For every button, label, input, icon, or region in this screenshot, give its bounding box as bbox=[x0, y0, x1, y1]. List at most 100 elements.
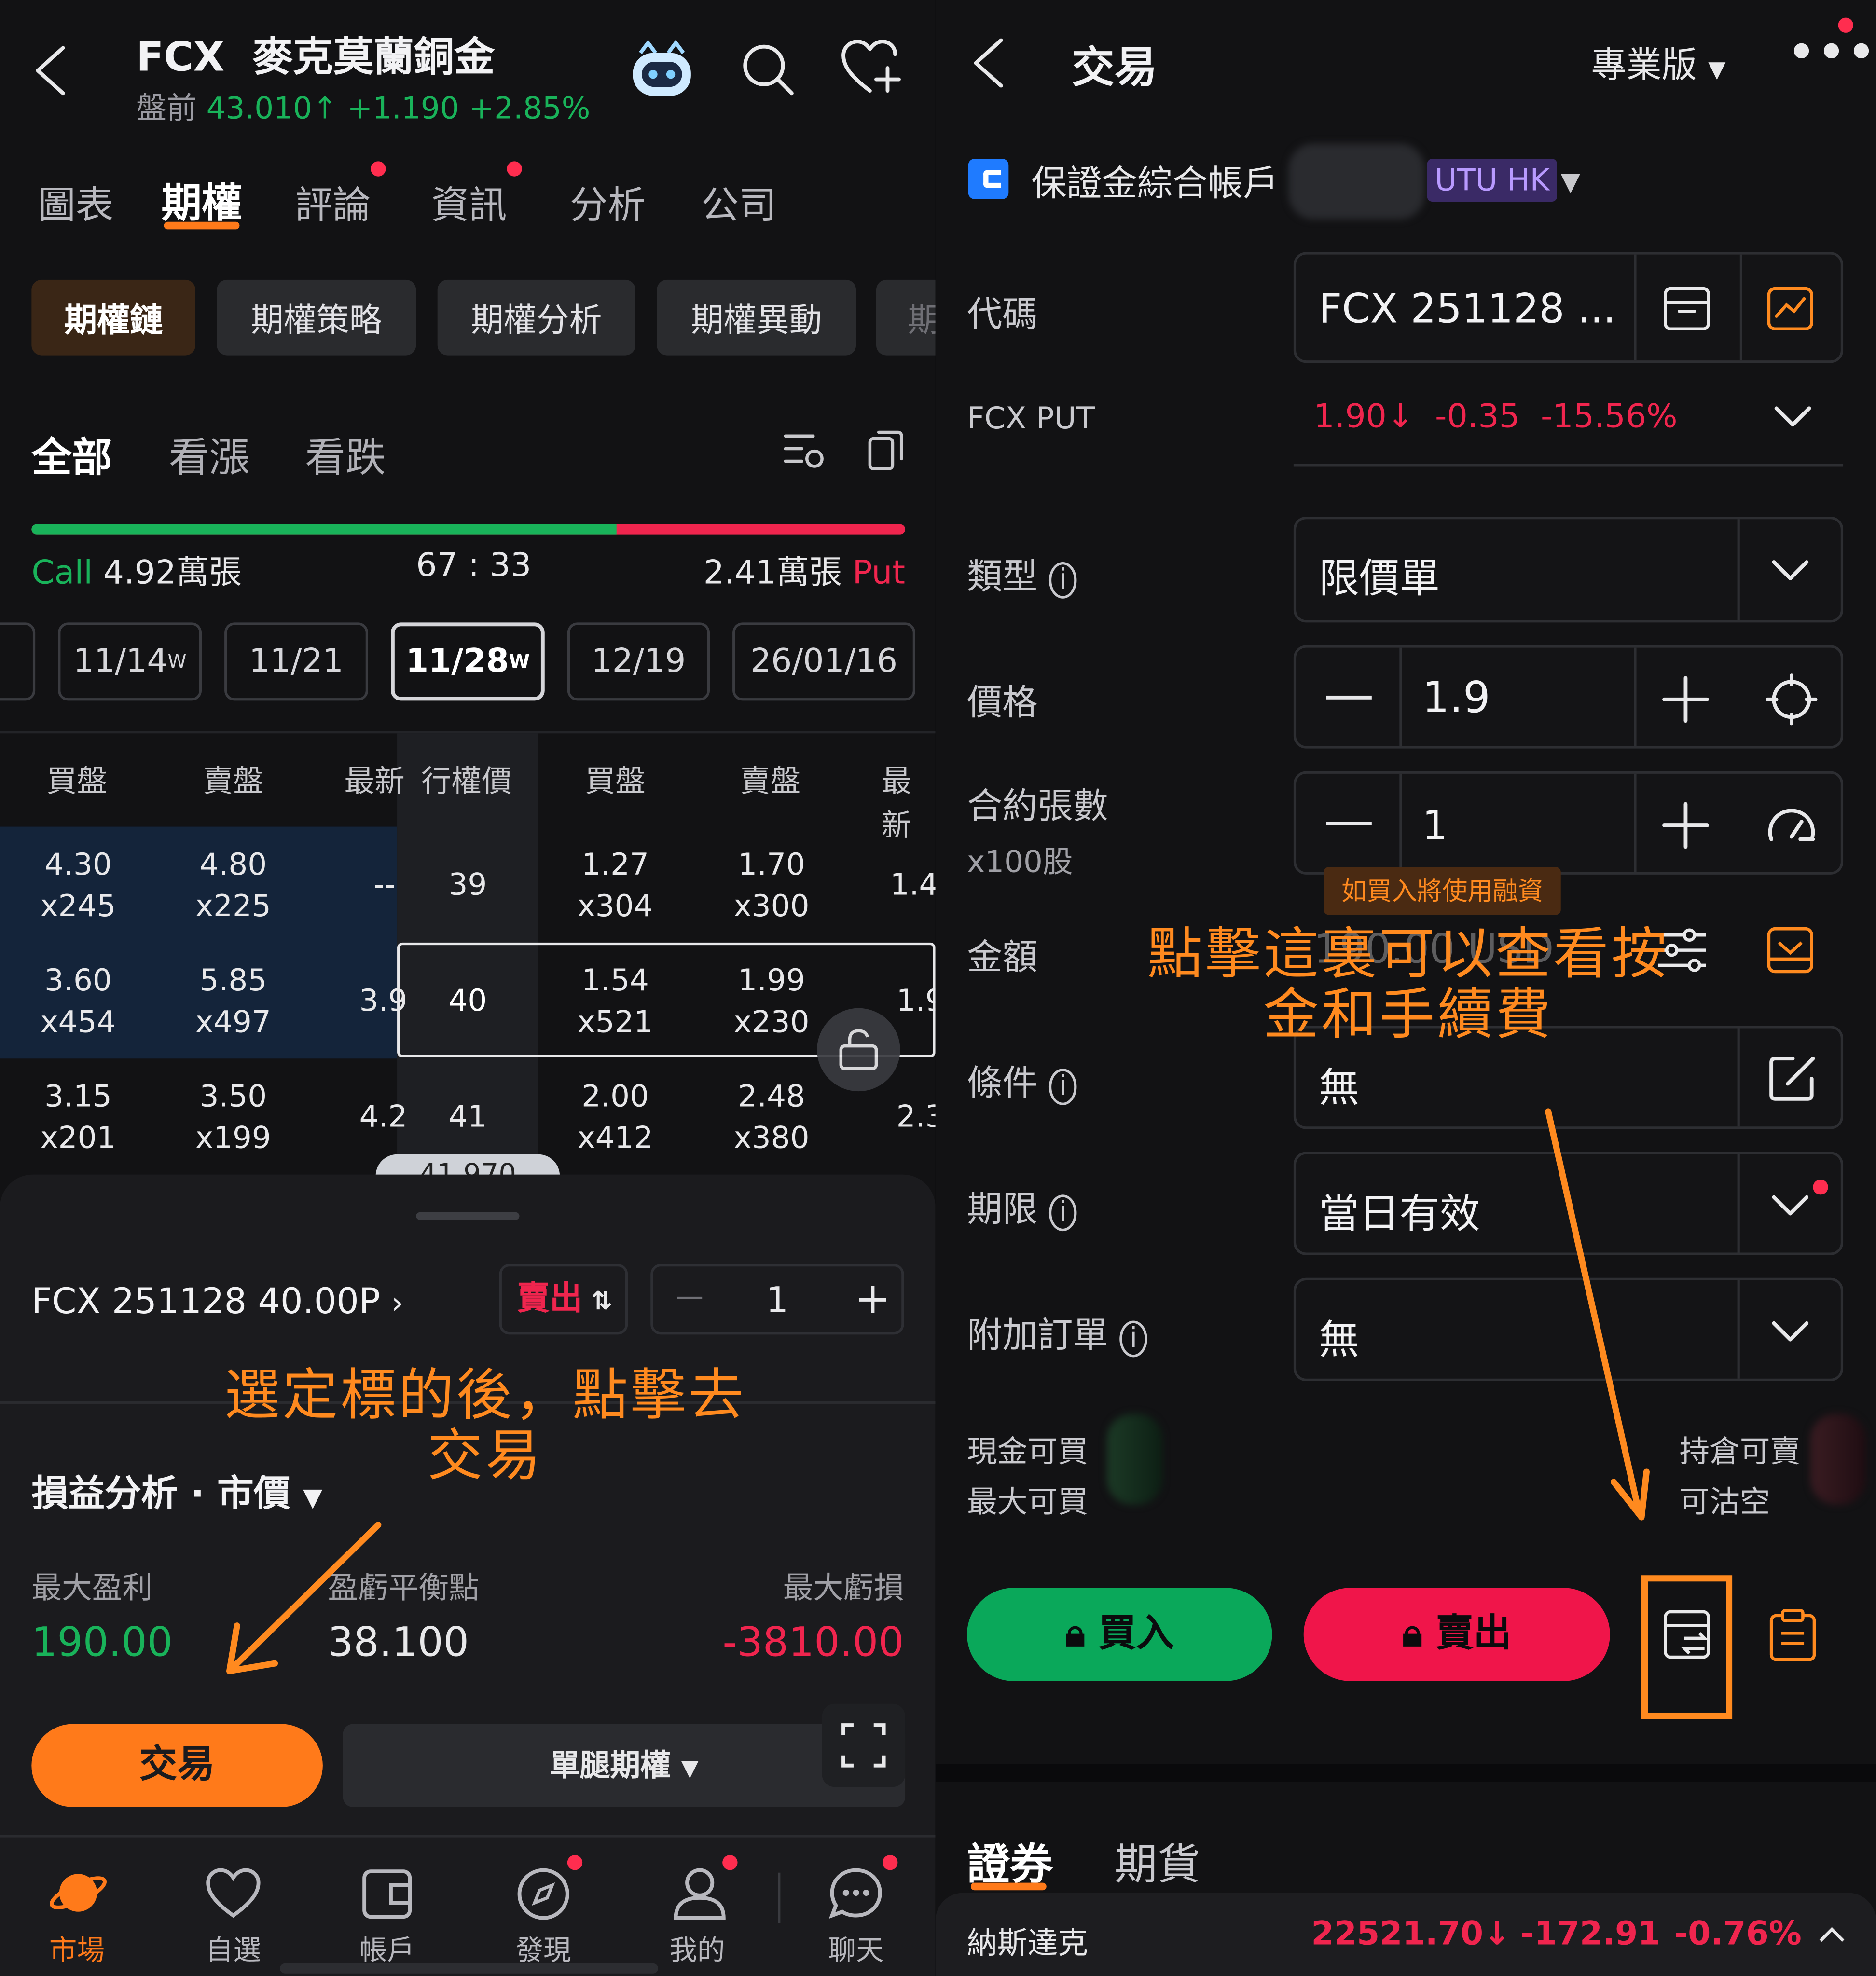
put-ask[interactable]: 1.70 x300 bbox=[708, 844, 834, 927]
tabbar-account[interactable]: 帳戶 bbox=[331, 1928, 444, 1969]
tab-futures[interactable]: 期貨 bbox=[1115, 1830, 1200, 1892]
price-decrease-button[interactable] bbox=[1326, 695, 1372, 700]
side-toggle[interactable]: 賣出 ⇅ bbox=[499, 1264, 628, 1335]
chip-option-chain[interactable]: 期權鏈 bbox=[31, 279, 195, 356]
mode-selector[interactable]: 專業版 ▼ bbox=[1591, 38, 1725, 88]
quantity-stepper[interactable]: — 1 + bbox=[650, 1264, 904, 1335]
contracts-label: 合約張數 bbox=[967, 785, 1108, 827]
buy-button[interactable]: 🔒︎ 買入 bbox=[967, 1588, 1272, 1681]
copy-icon[interactable] bbox=[865, 426, 908, 474]
code-value[interactable]: FCX 251128 ... bbox=[1319, 285, 1616, 332]
contracts-value[interactable]: 1 bbox=[1422, 801, 1448, 849]
call-ask[interactable]: 5.85 x497 bbox=[170, 960, 296, 1043]
clipboard-icon[interactable] bbox=[1767, 1608, 1818, 1663]
strike-price-selected[interactable]: 40 bbox=[416, 980, 519, 1022]
unlock-icon bbox=[839, 1029, 878, 1070]
account-name[interactable]: 保證金綜合帳戶 bbox=[1031, 156, 1278, 206]
condition-value[interactable]: 無 bbox=[1319, 1056, 1359, 1114]
chart-trend-icon[interactable] bbox=[1765, 285, 1816, 332]
date-chip-1121[interactable]: 11/21 bbox=[224, 622, 368, 701]
tabbar-discover[interactable]: 發現 bbox=[487, 1928, 600, 1969]
chevron-up-icon[interactable] bbox=[1818, 1925, 1846, 1943]
more-icon[interactable]: ••• bbox=[1788, 27, 1876, 78]
fullscreen-button[interactable] bbox=[822, 1703, 906, 1787]
order-type-value[interactable]: 限價單 bbox=[1319, 547, 1440, 605]
price-value[interactable]: 1.9 bbox=[1422, 673, 1490, 723]
robot-assistant-icon[interactable] bbox=[628, 38, 696, 101]
account-number-masked bbox=[1288, 143, 1425, 220]
favorite-add-icon[interactable] bbox=[840, 38, 908, 98]
time-in-force-value[interactable]: 當日有效 bbox=[1319, 1182, 1480, 1240]
date-chip-260116[interactable]: 26/01/16 bbox=[732, 622, 915, 701]
date-chip-1114[interactable]: 11/14 W bbox=[58, 622, 202, 701]
date-chip-previous[interactable] bbox=[0, 622, 36, 701]
edit-icon[interactable] bbox=[1767, 1054, 1818, 1104]
put-bid[interactable]: 1.54 x521 bbox=[552, 960, 678, 1043]
date-chip-1219[interactable]: 12/19 bbox=[567, 622, 710, 701]
call-ask[interactable]: 3.50 x199 bbox=[170, 1076, 296, 1159]
tabbar-chat[interactable]: 聊天 bbox=[800, 1928, 913, 1969]
account-dropdown-icon[interactable]: ▼ bbox=[1561, 166, 1580, 197]
contracts-increase-button[interactable] bbox=[1662, 801, 1710, 849]
chevron-down-icon[interactable] bbox=[1770, 1318, 1811, 1345]
chevron-down-icon[interactable] bbox=[1770, 557, 1811, 585]
tab-chart[interactable]: 圖表 bbox=[38, 174, 113, 229]
put-bid[interactable]: 1.27 x304 bbox=[552, 844, 678, 927]
call-bid[interactable]: 3.15 x201 bbox=[15, 1076, 141, 1159]
contracts-stepper[interactable]: 1 bbox=[1293, 771, 1844, 875]
filter-all[interactable]: 全部 bbox=[31, 426, 112, 484]
call-bid[interactable]: 3.60 x454 bbox=[15, 960, 141, 1043]
trade-button[interactable]: 交易 bbox=[31, 1724, 323, 1807]
attached-order-value[interactable]: 無 bbox=[1319, 1308, 1359, 1366]
put-volume: 2.41萬張 Put bbox=[605, 547, 905, 594]
single-leg-selector[interactable]: 單腿期權 ▼ bbox=[343, 1724, 906, 1807]
tab-options[interactable]: 期權 bbox=[161, 171, 242, 229]
fee-detail-icon[interactable] bbox=[1765, 925, 1816, 975]
price-stepper[interactable]: 1.9 bbox=[1293, 645, 1844, 749]
put-ask[interactable]: 1.99 x230 bbox=[708, 960, 834, 1043]
sell-button[interactable]: 🔒︎ 賣出 bbox=[1303, 1588, 1610, 1681]
sheet-drag-handle[interactable] bbox=[416, 1212, 520, 1220]
filter-settings-icon[interactable] bbox=[782, 428, 827, 474]
filter-puts[interactable]: 看跌 bbox=[305, 426, 386, 484]
contracts-decrease-button[interactable] bbox=[1326, 822, 1372, 825]
strike-price[interactable]: 39 bbox=[416, 864, 519, 906]
increase-button[interactable]: + bbox=[855, 1274, 891, 1324]
chip-option-analysis[interactable]: 期權分析 bbox=[437, 279, 635, 356]
index-ticker-bar[interactable]: 納斯達克 22521.70↓ -172.91 -0.76% bbox=[935, 1893, 1876, 1976]
chevron-down-icon[interactable] bbox=[1770, 1192, 1811, 1220]
price-increase-button[interactable] bbox=[1662, 675, 1710, 723]
speedometer-icon[interactable] bbox=[1765, 799, 1818, 847]
strike-price[interactable]: 41 bbox=[416, 1097, 519, 1138]
put-last: 1.9 bbox=[896, 983, 936, 1018]
call-ask[interactable]: 4.80 x225 bbox=[170, 844, 296, 927]
chip-option-strategy[interactable]: 期權策略 bbox=[217, 279, 416, 356]
filter-calls[interactable]: 看漲 bbox=[169, 426, 249, 484]
back-icon[interactable] bbox=[28, 43, 73, 98]
search-icon[interactable] bbox=[739, 41, 797, 98]
date-chip-1128-selected[interactable]: 11/28 W bbox=[390, 622, 545, 701]
back-icon[interactable] bbox=[966, 35, 1011, 91]
down-arrow-icon: ↓ bbox=[1483, 1915, 1511, 1953]
tab-company[interactable]: 公司 bbox=[701, 174, 777, 229]
archive-box-icon[interactable] bbox=[1662, 285, 1712, 332]
selected-contract[interactable]: FCX 251128 40.00P › bbox=[31, 1280, 403, 1322]
index-value: 22521.70↓ bbox=[1311, 1915, 1511, 1953]
chip-option-activity[interactable]: 期權異動 bbox=[657, 279, 856, 356]
put-ask[interactable]: 2.48 x380 bbox=[708, 1076, 834, 1159]
tabbar-me[interactable]: 我的 bbox=[640, 1928, 754, 1969]
chevron-down-icon[interactable] bbox=[1773, 403, 1813, 431]
call-bid[interactable]: 4.30 x245 bbox=[15, 844, 141, 927]
tab-comments[interactable]: 評論 bbox=[295, 174, 371, 229]
tabbar-market[interactable]: 市場 bbox=[20, 1928, 134, 1969]
tab-analysis[interactable]: 分析 bbox=[570, 174, 646, 229]
order-switch-icon[interactable] bbox=[1662, 1608, 1715, 1663]
chip-more[interactable]: 期 bbox=[876, 279, 936, 356]
code-field[interactable]: FCX 251128 ... bbox=[1293, 252, 1844, 363]
down-arrow-icon: ↓ bbox=[1386, 398, 1414, 436]
order-type-select[interactable]: 限價單 bbox=[1293, 517, 1844, 623]
tabbar-watchlist[interactable]: 自選 bbox=[177, 1928, 290, 1969]
crosshair-icon[interactable] bbox=[1765, 673, 1818, 726]
put-bid[interactable]: 2.00 x412 bbox=[552, 1076, 678, 1159]
tab-news[interactable]: 資訊 bbox=[431, 174, 507, 229]
